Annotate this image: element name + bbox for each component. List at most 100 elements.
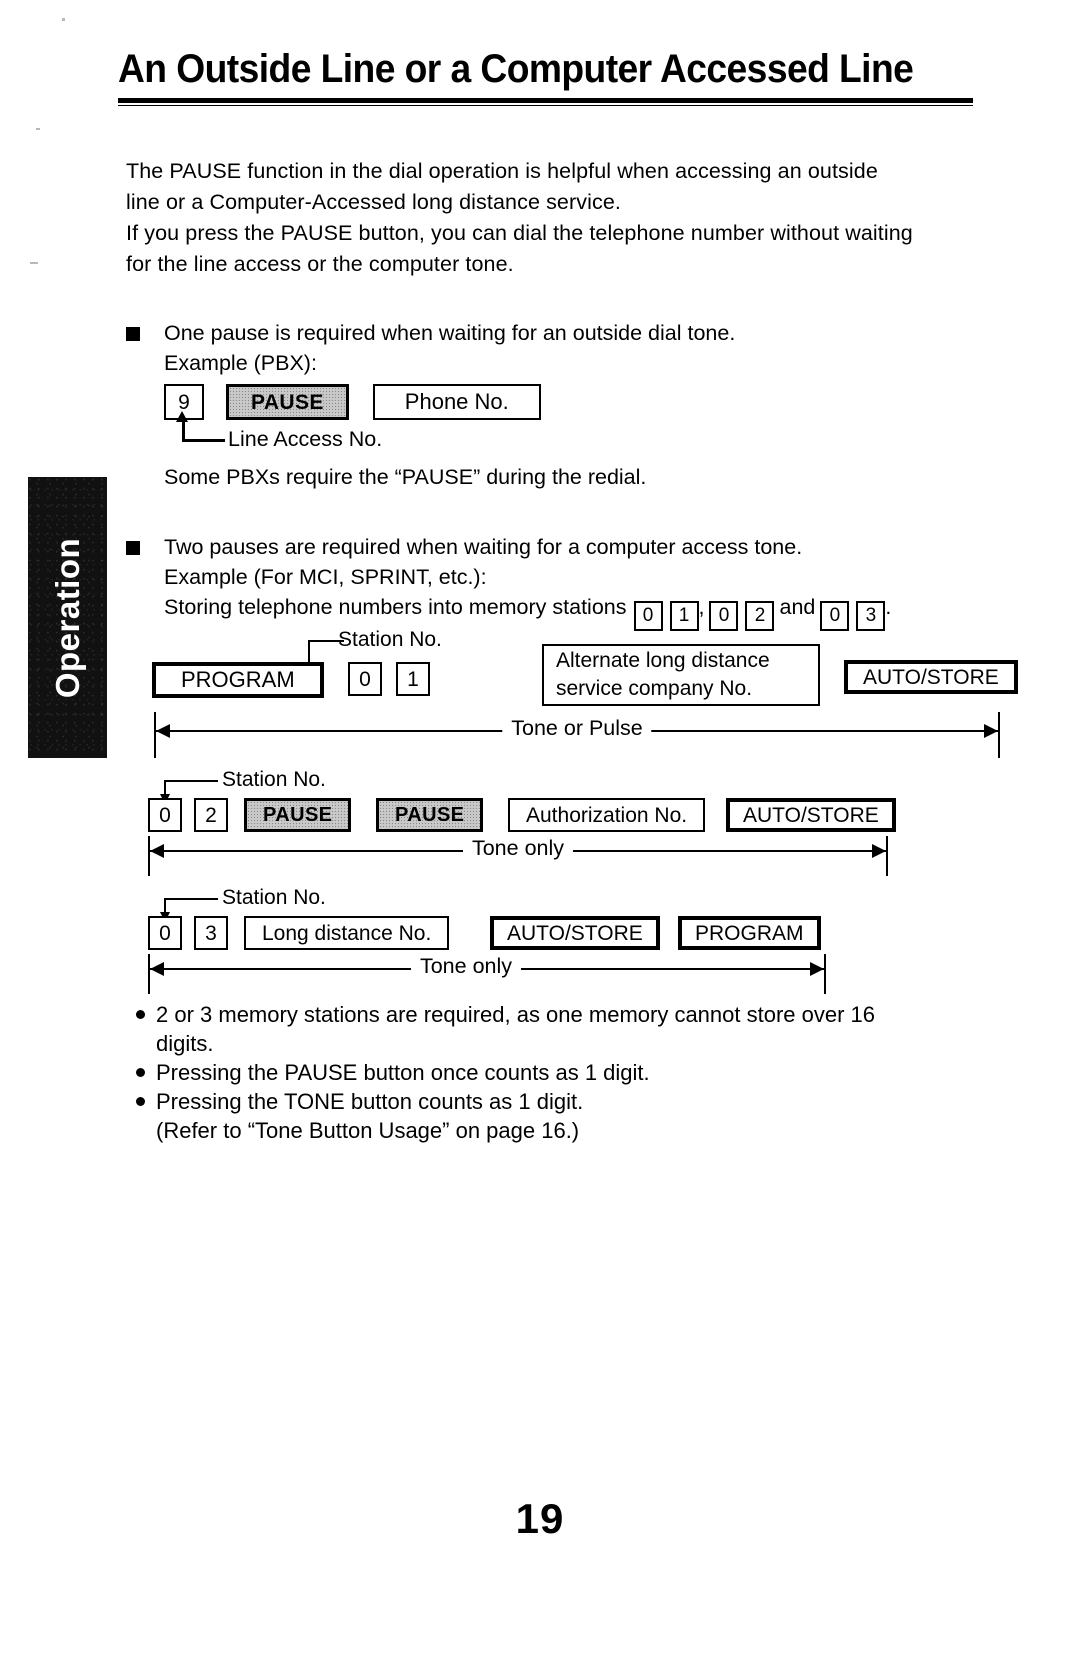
intro-line-4: for the line access or the computer tone…: [126, 252, 514, 276]
key-program-row1[interactable]: PROGRAM: [152, 662, 324, 698]
field-alternate-service-line1: Alternate long distance: [556, 649, 770, 672]
measure-arrow-right-icon: [810, 962, 824, 976]
section-one-key-sequence: 9 PAUSE Phone No. Line Access No.: [126, 384, 986, 460]
intro-line-2: line or a Computer-Accessed long distanc…: [126, 190, 621, 214]
section-two-storing-line: Storing telephone numbers into memory st…: [126, 592, 986, 631]
field-long-distance-no-row3[interactable]: Long distance No.: [244, 916, 450, 950]
measure-label-tone-or-pulse: Tone or Pulse: [502, 716, 652, 741]
page-number: 19: [515, 1495, 565, 1542]
section-two-example-label: Example (For MCI, SPRINT, etc.):: [164, 565, 487, 589]
measure-tick-right: [824, 954, 826, 994]
station-2-digit-1[interactable]: 0: [709, 600, 739, 631]
measure-arrow-left-icon: [150, 962, 164, 976]
scan-speck: [62, 18, 65, 21]
measure-label-tone-only-1: Tone only: [462, 836, 574, 861]
section-one-heading-row: One pause is required when waiting for a…: [126, 318, 986, 348]
measure-arrow-left-icon: [150, 844, 164, 858]
key-program-row3[interactable]: PROGRAM: [678, 916, 821, 950]
diagram-row-long-distance: Station No. 0 3 Long distance No. AUTO/S…: [126, 886, 1006, 950]
note-3-line-1: Pressing the TONE button counts as 1 dig…: [156, 1089, 584, 1114]
station-no-label-row3: Station No.: [222, 886, 326, 909]
station-no-elbow-row2: [160, 780, 218, 804]
note-item: Pressing the PAUSE button once counts as…: [134, 1058, 994, 1087]
round-bullet-icon: [136, 1097, 145, 1106]
note-1-line-2: digits.: [156, 1031, 214, 1056]
section-one-heading: One pause is required when waiting for a…: [164, 321, 736, 345]
section-one: One pause is required when waiting for a…: [126, 318, 986, 492]
square-bullet-icon: [126, 541, 140, 555]
station-2-digit-2[interactable]: 2: [745, 600, 775, 631]
key-pause-2-row2[interactable]: PAUSE: [376, 798, 484, 832]
intro-line-1: The PAUSE function in the dial operation…: [126, 159, 878, 183]
key-phone-no[interactable]: Phone No.: [372, 384, 541, 420]
callout-label: Line Access No.: [228, 427, 383, 451]
title-rule: [118, 98, 973, 103]
callout-arrow-icon: [176, 411, 188, 422]
section-tab-label: Operation: [48, 537, 86, 698]
key-station-digit-1-row3[interactable]: 0: [148, 916, 182, 950]
programming-diagram: Station No. PROGRAM 0 1 Alternate long d…: [126, 628, 1018, 994]
measure-tone-only-2: Tone only: [148, 954, 826, 994]
section-two-heading: Two pauses are required when waiting for…: [164, 535, 803, 559]
measure-tick-right: [886, 836, 888, 876]
measure-arrow-right-icon: [984, 724, 998, 738]
diagram-row-program: Station No. PROGRAM 0 1 Alternate long d…: [126, 628, 1018, 720]
note-item: 2 or 3 memory stations are required, as …: [134, 1000, 994, 1058]
station-1-separator: ,: [698, 595, 705, 619]
title-rule-thin: [118, 105, 973, 106]
note-item: Pressing the TONE button counts as 1 dig…: [134, 1087, 994, 1145]
note-1-line-1: 2 or 3 memory stations are required, as …: [156, 1002, 876, 1027]
callout-elbow: [182, 420, 225, 442]
round-bullet-icon: [136, 1068, 145, 1077]
field-alternate-service-line2: service company No.: [556, 677, 753, 700]
page-title: An Outside Line or a Computer Accessed L…: [118, 47, 914, 91]
station-3-digit-1[interactable]: 0: [820, 600, 850, 631]
scan-speck: [36, 128, 40, 130]
station-1-digit-2[interactable]: 1: [669, 600, 699, 631]
key-station-digit-2-row2[interactable]: 2: [194, 798, 228, 832]
square-bullet-icon: [126, 327, 140, 341]
title-block: An Outside Line or a Computer Accessed L…: [118, 48, 973, 106]
key-auto-store-row3[interactable]: AUTO/STORE: [490, 916, 660, 950]
measure-tone-or-pulse: Tone or Pulse: [154, 712, 1000, 758]
note-3-line-2: (Refer to “Tone Button Usage” on page 16…: [156, 1118, 580, 1143]
field-alternate-service-row1[interactable]: Alternate long distance service company …: [542, 644, 820, 706]
round-bullet-icon: [136, 1010, 145, 1019]
station-no-elbow-row1: [304, 640, 344, 672]
measure-arrow-left-icon: [156, 724, 170, 738]
key-station-digit-2-row1[interactable]: 1: [396, 662, 430, 696]
measure-tick-right: [998, 712, 1000, 758]
key-auto-store-row2[interactable]: AUTO/STORE: [726, 798, 896, 832]
station-3-separator: .: [885, 595, 892, 619]
station-3-digit-2[interactable]: 3: [856, 600, 886, 631]
diagram-row-authorization: Station No. 0 2 PAUSE PAUSE Authorizatio…: [126, 768, 1006, 832]
station-no-label-row2: Station No.: [222, 768, 326, 791]
measure-arrow-right-icon: [872, 844, 886, 858]
station-no-label-row1: Station No.: [338, 628, 442, 651]
section-one-example-label: Example (PBX):: [164, 351, 317, 375]
section-one-note: Some PBXs require the “PAUSE” during the…: [164, 465, 647, 489]
section-tab-operation: Operation: [28, 477, 107, 758]
measure-label-tone-only-2: Tone only: [410, 954, 522, 979]
section-two: Two pauses are required when waiting for…: [126, 532, 986, 631]
station-1-digit-1[interactable]: 0: [633, 600, 663, 631]
main-content: The PAUSE function in the dial operation…: [126, 156, 986, 631]
notes-list: 2 or 3 memory stations are required, as …: [134, 1000, 994, 1145]
station-2-separator: and: [779, 595, 816, 619]
section-two-heading-row: Two pauses are required when waiting for…: [126, 532, 986, 562]
key-station-digit-2-row3[interactable]: 3: [194, 916, 228, 950]
key-pause-1-row2[interactable]: PAUSE: [244, 798, 352, 832]
note-2-line-1: Pressing the PAUSE button once counts as…: [156, 1060, 650, 1085]
scan-speck: [30, 262, 38, 264]
key-station-digit-1-row2[interactable]: 0: [148, 798, 182, 832]
storing-text: Storing telephone numbers into memory st…: [164, 595, 627, 619]
intro-line-3: If you press the PAUSE button, you can d…: [126, 221, 913, 245]
key-station-digit-1-row1[interactable]: 0: [348, 662, 382, 696]
manual-page: An Outside Line or a Computer Accessed L…: [0, 0, 1080, 1663]
station-no-elbow-row3: [160, 898, 218, 922]
field-authorization-no-row2[interactable]: Authorization No.: [508, 798, 706, 832]
key-pause[interactable]: PAUSE: [226, 384, 349, 420]
key-auto-store-row1[interactable]: AUTO/STORE: [844, 660, 1018, 694]
line-access-callout: Line Access No.: [164, 411, 986, 460]
measure-tone-only-1: Tone only: [148, 836, 888, 876]
